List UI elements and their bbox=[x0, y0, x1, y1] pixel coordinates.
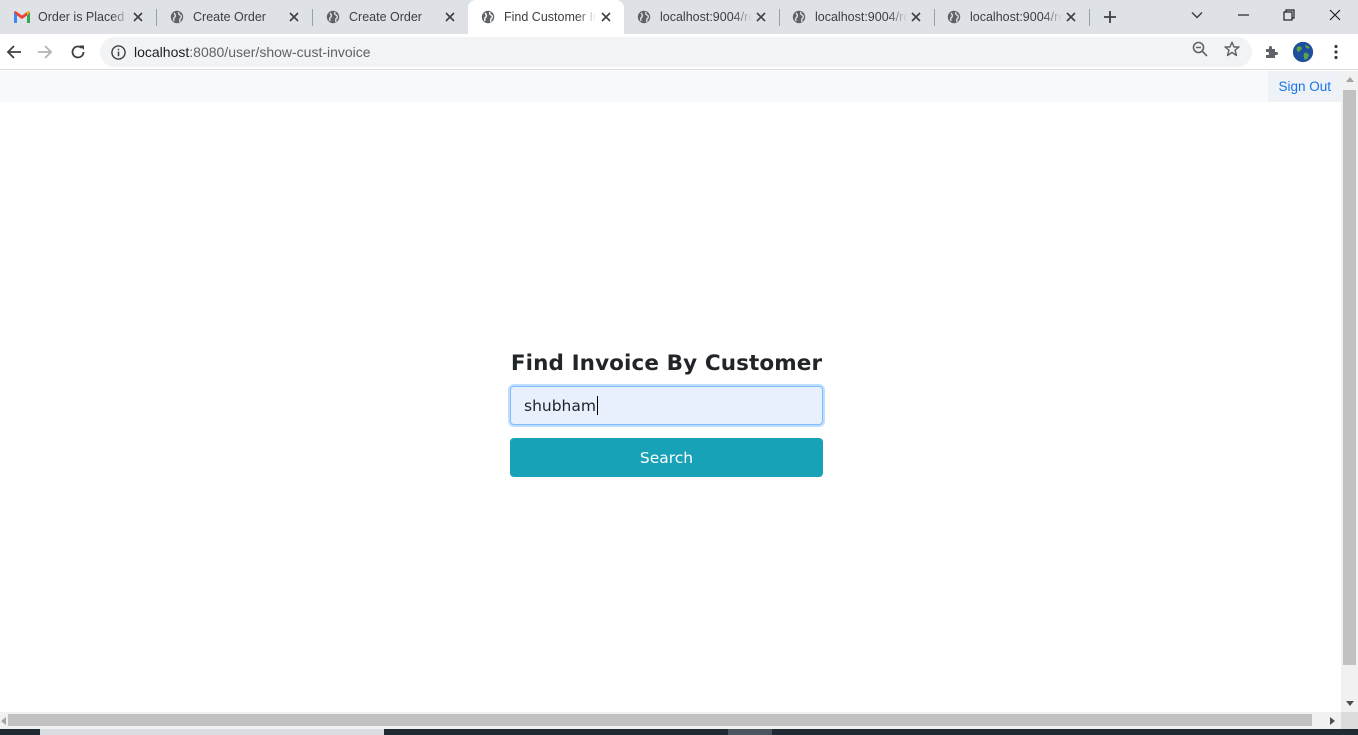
info-icon[interactable] bbox=[110, 44, 126, 60]
tab-title: Create Order bbox=[193, 10, 266, 24]
tab-4[interactable]: localhost:9004/re bbox=[624, 0, 779, 34]
close-icon[interactable] bbox=[130, 9, 146, 25]
url-text: localhost:8080/user/show-cust-invoice bbox=[134, 44, 371, 60]
bookmark-star-icon[interactable] bbox=[1223, 40, 1241, 58]
scroll-right-icon[interactable] bbox=[1324, 712, 1341, 729]
tab-2[interactable]: Create Order bbox=[313, 0, 468, 34]
tab-6[interactable]: localhost:9004/re bbox=[934, 0, 1089, 34]
address-bar[interactable]: localhost:8080/user/show-cust-invoice bbox=[100, 37, 1252, 67]
taskbar-search-box[interactable] bbox=[40, 729, 384, 735]
invoice-search-form: Find Invoice By Customer shubham Search bbox=[510, 351, 823, 477]
extensions-puzzle-icon[interactable] bbox=[1260, 40, 1284, 64]
globe-icon bbox=[636, 9, 652, 25]
close-icon[interactable] bbox=[753, 9, 769, 25]
horizontal-scroll-thumb[interactable] bbox=[8, 714, 1312, 726]
globe-icon bbox=[325, 9, 341, 25]
new-tab-plus-icon[interactable] bbox=[1100, 7, 1120, 27]
vertical-scrollbar[interactable] bbox=[1341, 71, 1358, 712]
close-icon[interactable] bbox=[1063, 9, 1079, 25]
gmail-icon bbox=[14, 9, 30, 25]
taskbar-app-button[interactable] bbox=[728, 729, 772, 735]
url-host: localhost bbox=[134, 44, 190, 60]
globe-icon bbox=[169, 9, 185, 25]
tab-1[interactable]: Create Order bbox=[157, 0, 312, 34]
close-icon[interactable] bbox=[598, 9, 614, 25]
tab-3-active[interactable]: Find Customer In bbox=[468, 0, 624, 34]
page-title: Find Invoice By Customer bbox=[510, 351, 823, 376]
profile-avatar[interactable] bbox=[1291, 40, 1315, 64]
close-icon[interactable] bbox=[442, 9, 458, 25]
sign-out-link[interactable]: Sign Out bbox=[1268, 71, 1341, 102]
vertical-scroll-thumb[interactable] bbox=[1343, 90, 1356, 665]
close-icon[interactable] bbox=[908, 9, 924, 25]
tab-0[interactable]: Order is Placed S bbox=[2, 0, 156, 34]
scrollbar-corner bbox=[1341, 712, 1358, 729]
tab-title: Order is Placed S bbox=[38, 10, 130, 24]
tab-title: localhost:9004/re bbox=[970, 10, 1062, 24]
tab-title: localhost:9004/re bbox=[815, 10, 907, 24]
globe-icon bbox=[480, 9, 496, 25]
globe-icon bbox=[946, 9, 962, 25]
tab-title: Create Order bbox=[349, 10, 422, 24]
page-viewport: Sign Out Find Invoice By Customer shubha… bbox=[0, 71, 1341, 712]
window-close-icon[interactable] bbox=[1312, 0, 1358, 30]
page-navbar: Sign Out bbox=[0, 71, 1341, 102]
os-taskbar bbox=[0, 729, 1358, 735]
tab-search-chevron-icon[interactable] bbox=[1174, 0, 1220, 30]
search-button[interactable]: Search bbox=[510, 438, 823, 477]
forward-arrow-icon[interactable] bbox=[31, 38, 59, 66]
reload-icon[interactable] bbox=[64, 38, 92, 66]
text-caret bbox=[596, 396, 598, 415]
restore-icon[interactable] bbox=[1266, 0, 1312, 30]
scroll-up-icon[interactable] bbox=[1341, 71, 1358, 88]
close-icon[interactable] bbox=[286, 9, 302, 25]
back-arrow-icon[interactable] bbox=[0, 38, 28, 66]
zoom-out-icon[interactable] bbox=[1191, 40, 1209, 58]
tab-5[interactable]: localhost:9004/re bbox=[779, 0, 934, 34]
scroll-down-icon[interactable] bbox=[1341, 695, 1358, 712]
tab-strip: Order is Placed S Create Order Create Or… bbox=[0, 0, 1358, 34]
url-path: :8080/user/show-cust-invoice bbox=[189, 44, 371, 60]
tab-title: Find Customer In bbox=[504, 10, 596, 24]
customer-search-input[interactable]: shubham bbox=[510, 386, 823, 425]
horizontal-scrollbar[interactable] bbox=[0, 712, 1341, 729]
browser-toolbar: localhost:8080/user/show-cust-invoice bbox=[0, 34, 1358, 70]
search-input-value: shubham bbox=[524, 396, 596, 415]
tab-title: localhost:9004/re bbox=[660, 10, 752, 24]
globe-icon bbox=[791, 9, 807, 25]
minimize-icon[interactable] bbox=[1220, 0, 1266, 30]
more-vertical-icon[interactable] bbox=[1324, 40, 1348, 64]
